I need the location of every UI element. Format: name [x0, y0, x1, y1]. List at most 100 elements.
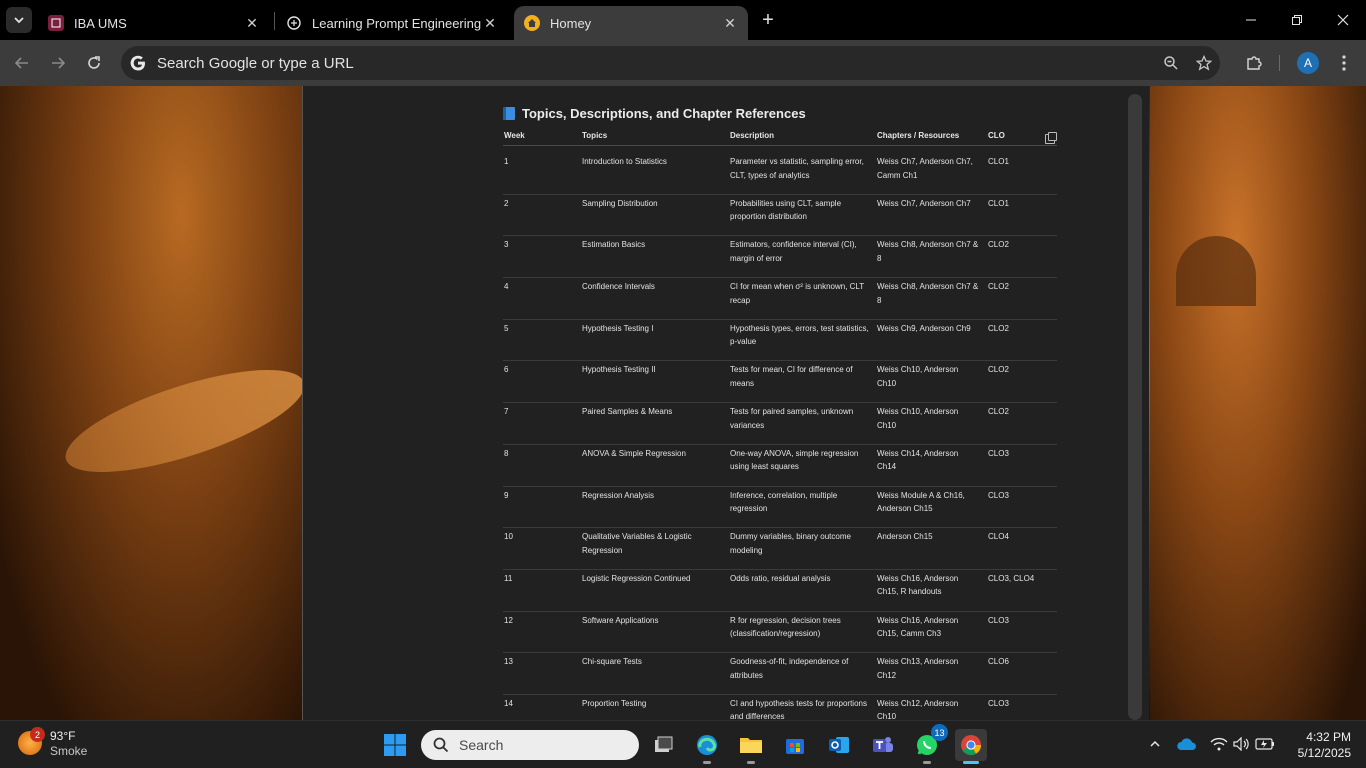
cell-clo: CLO2	[988, 365, 1009, 375]
table-row: 13 Chi-square Tests Goodness-of-fit, indep…	[503, 653, 1057, 695]
table-row: 7 Paired Samples & Means Tests for paired …	[503, 403, 1057, 445]
tab-search-button[interactable]	[6, 7, 32, 33]
restore-button[interactable]	[1274, 0, 1320, 40]
iba-favicon	[48, 15, 64, 31]
file-explorer-button[interactable]	[735, 729, 767, 764]
cell-topic: ANOVA & Simple Regression	[582, 448, 686, 458]
speaker-icon	[1233, 737, 1249, 751]
cell-chapters: Weiss Ch8, Anderson Ch7 & 8	[877, 282, 979, 305]
whatsapp-button[interactable]: 13	[911, 724, 948, 764]
cell-topic: Software Applications	[582, 615, 659, 625]
chrome-button[interactable]	[955, 729, 987, 764]
edge-button[interactable]	[691, 729, 723, 764]
cell-topic: Qualitative Variables & Logistic Regress…	[582, 532, 692, 555]
table-row: 2 Sampling Distribution Probabilities usin…	[503, 195, 1057, 237]
cell-chapters: Weiss Ch13, Anderson Ch12	[877, 657, 959, 680]
task-view-button[interactable]	[647, 729, 679, 761]
copy-table-icon[interactable]	[1045, 132, 1057, 144]
restore-icon	[1292, 15, 1302, 25]
running-indicator	[963, 761, 979, 764]
cell-description: CI for mean when σ² is unknown, CLT reca…	[730, 282, 865, 305]
battery-charging-icon	[1255, 738, 1274, 750]
cell-week: 6	[504, 365, 509, 375]
topics-table: 1 Introduction to Statistics Parameter vs …	[503, 153, 1057, 720]
teams-icon	[873, 737, 893, 752]
cell-week: 9	[504, 490, 509, 500]
cell-chapters: Weiss Ch8, Anderson Ch7 & 8	[877, 240, 979, 263]
scrollbar[interactable]	[1128, 94, 1142, 720]
outlook-button[interactable]	[823, 729, 855, 761]
section-heading: Topics, Descriptions, and Chapter Refere…	[503, 106, 806, 121]
reload-icon	[88, 56, 100, 69]
back-button[interactable]	[8, 49, 36, 77]
battery-button[interactable]	[1254, 733, 1276, 755]
running-indicator	[703, 761, 711, 764]
weather-condition: Smoke	[50, 744, 88, 758]
table-row: 9 Regression Analysis Inference, correlati…	[503, 487, 1057, 529]
chevron-down-icon	[14, 17, 24, 24]
cell-clo: CLO2	[988, 240, 1009, 250]
zoom-icon[interactable]	[1161, 53, 1181, 73]
col-description: Description	[730, 131, 775, 140]
cell-clo: CLO3	[988, 698, 1009, 708]
tab-learning-prompt[interactable]: Learning Prompt Engineering - ✕	[276, 6, 508, 40]
store-icon	[786, 739, 804, 754]
cell-week: 14	[504, 698, 513, 708]
cell-topic: Hypothesis Testing I	[582, 323, 654, 333]
cell-topic: Sampling Distribution	[582, 198, 658, 208]
tab-homey[interactable]: Homey ✕	[514, 6, 748, 40]
col-week: Week	[504, 131, 525, 140]
extensions-button[interactable]	[1240, 49, 1268, 77]
volume-button[interactable]	[1230, 733, 1252, 755]
close-icon[interactable]: ✕	[244, 15, 260, 31]
cell-clo: CLO2	[988, 323, 1009, 333]
start-button[interactable]	[379, 729, 411, 761]
menu-button[interactable]	[1330, 49, 1358, 77]
wallpaper-left	[0, 86, 315, 720]
cell-chapters: Weiss Ch14, Anderson Ch14	[877, 448, 959, 472]
address-input[interactable]	[157, 46, 1057, 80]
forward-button[interactable]	[44, 49, 72, 77]
store-button[interactable]	[779, 729, 811, 761]
profile-avatar[interactable]: A	[1297, 52, 1319, 74]
cell-chapters: Weiss Ch9, Anderson Ch9	[877, 323, 971, 333]
tab-title: Learning Prompt Engineering -	[312, 15, 482, 31]
cell-week: 12	[504, 615, 513, 625]
taskbar-search[interactable]: Search	[421, 730, 639, 760]
task-view-icon	[655, 736, 673, 752]
clock-time: 4:32 PM	[1306, 730, 1351, 744]
cell-chapters: Weiss Ch7, Anderson Ch7	[877, 198, 971, 208]
close-window-button[interactable]	[1320, 0, 1366, 40]
close-icon[interactable]: ✕	[482, 15, 498, 31]
new-tab-button[interactable]: +	[756, 8, 780, 32]
cell-description: One-way ANOVA, simple regression using l…	[730, 448, 859, 472]
reload-button[interactable]	[80, 49, 108, 77]
weather-widget[interactable]: 2 93°F Smoke	[18, 727, 88, 759]
cell-clo: CLO2	[988, 282, 1009, 292]
address-bar[interactable]	[121, 46, 1220, 80]
taskbar-search-label: Search	[459, 737, 504, 753]
tab-iba-ums[interactable]: IBA UMS ✕	[38, 6, 270, 40]
cell-clo: CLO3, CLO4	[988, 573, 1035, 583]
table-row: 10 Qualitative Variables & Logistic Regre…	[503, 528, 1057, 570]
bookmark-star-icon[interactable]	[1194, 53, 1214, 73]
onedrive-button[interactable]	[1176, 733, 1198, 755]
cell-clo: CLO2	[988, 407, 1009, 417]
minimize-button[interactable]	[1228, 0, 1274, 40]
close-icon	[1337, 14, 1349, 26]
minimize-icon	[1246, 19, 1256, 21]
edge-icon	[697, 735, 717, 755]
book-icon	[503, 107, 515, 120]
close-icon[interactable]: ✕	[722, 15, 738, 31]
show-hidden-icons-button[interactable]	[1144, 733, 1166, 755]
cell-description: Tests for mean, CI for difference of mea…	[730, 365, 853, 388]
system-clock[interactable]: 4:32 PM 5/12/2025	[1287, 729, 1351, 761]
cell-chapters: Anderson Ch15	[877, 532, 933, 542]
cell-chapters: Weiss Ch16, Anderson Ch15, Camm Ch3	[877, 615, 959, 639]
windows-taskbar: 2 93°F Smoke Search 13 4:32 PM 5/12/2025	[0, 720, 1366, 768]
cell-week: 2	[504, 198, 509, 208]
teams-button[interactable]	[867, 729, 899, 761]
cell-description: R for regression, decision trees (classi…	[730, 615, 841, 639]
cell-clo: CLO6	[988, 657, 1009, 667]
wifi-button[interactable]	[1208, 733, 1230, 755]
